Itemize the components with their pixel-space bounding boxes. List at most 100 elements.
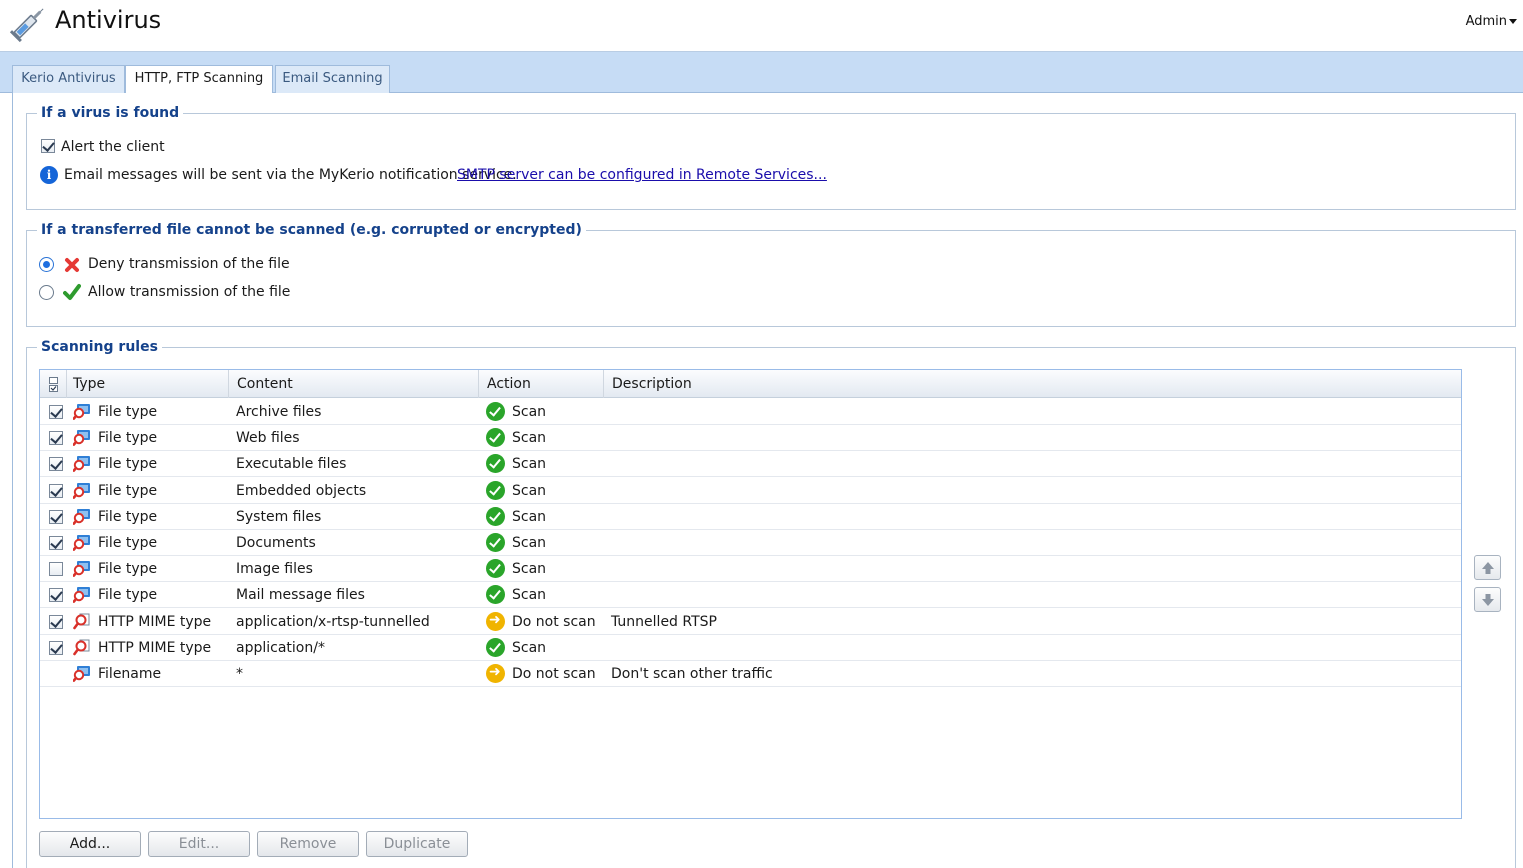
table-row[interactable]: File type Archive files Scan [40, 399, 1461, 425]
rule-content: Archive files [236, 404, 322, 420]
scan-icon [486, 402, 505, 421]
table-row[interactable]: File type Embedded objects Scan [40, 478, 1461, 504]
syringe-icon [9, 8, 44, 43]
table-row[interactable]: File type Web files Scan [40, 425, 1461, 452]
rule-action: Scan [512, 508, 547, 525]
rule-action: Do not scan [512, 613, 596, 630]
scan-icon [486, 637, 505, 657]
table-row[interactable]: File type Executable files Scan [40, 451, 1461, 478]
rule-type: File type [98, 456, 158, 473]
content-column-header[interactable]: Content [229, 370, 479, 398]
allow-transmission-label: Allow transmission of the file [88, 284, 291, 300]
rule-enabled-checkbox[interactable] [49, 536, 63, 550]
remove-button[interactable]: Remove [257, 831, 359, 857]
scan-icon [486, 585, 505, 605]
rule-enabled-checkbox[interactable] [49, 614, 63, 629]
table-row[interactable]: Filename * Do not scan Don't scan other tra… [40, 661, 1461, 687]
table-row[interactable]: File type Documents Scan [40, 530, 1461, 556]
virus-found-legend: If a virus is found [37, 105, 184, 121]
scan-icon [486, 533, 505, 552]
rule-content: Web files [236, 430, 300, 447]
user-menu[interactable]: Admin [1466, 14, 1517, 29]
add-button[interactable]: Add... [39, 831, 141, 857]
file-type-icon [73, 561, 90, 578]
rule-action: Scan [512, 639, 547, 656]
scan-icon [486, 428, 505, 448]
tab-email-scanning[interactable]: Email Scanning [275, 65, 390, 93]
user-menu-label: Admin [1465, 14, 1507, 29]
description-column-header[interactable]: Description [604, 370, 1461, 398]
table-row[interactable]: File type System files Scan [40, 504, 1461, 530]
select-all-column[interactable] [40, 370, 67, 398]
rule-content: * [236, 666, 243, 682]
rule-action: Do not scan [512, 666, 596, 682]
deny-transmission-radio[interactable] [39, 257, 54, 272]
table-row[interactable]: File type Mail message files Scan [40, 582, 1461, 609]
rule-enabled-checkbox[interactable] [49, 588, 63, 603]
move-up-button[interactable] [1474, 555, 1501, 580]
mime-type-icon [73, 639, 90, 656]
allow-transmission-radio[interactable] [39, 285, 54, 300]
rule-enabled-checkbox[interactable] [49, 405, 63, 419]
rule-action: Scan [512, 404, 547, 420]
page-title: Antivirus [55, 6, 162, 34]
rule-enabled-checkbox[interactable] [49, 457, 63, 472]
table-row[interactable]: File type Image files Scan [40, 556, 1461, 583]
grid-header: Type Content Action Description [40, 370, 1461, 398]
rule-type: File type [98, 430, 158, 447]
rule-enabled-checkbox[interactable] [49, 562, 63, 577]
scanning-rules-grid: Type Content Action Description File typ… [39, 369, 1462, 819]
rule-enabled-checkbox[interactable] [49, 431, 63, 446]
rule-enabled-checkbox[interactable] [49, 640, 63, 655]
scan-icon [486, 454, 505, 474]
tab-kerio-antivirus[interactable]: Kerio Antivirus [12, 65, 125, 93]
notification-info-text: Email messages will be sent via the MyKe… [64, 167, 517, 183]
select-all-icon [49, 377, 58, 392]
action-column-header[interactable]: Action [479, 370, 604, 398]
file-type-icon [73, 456, 90, 473]
scan-icon [486, 559, 505, 579]
rule-content: Image files [236, 561, 313, 578]
rule-action: Scan [512, 430, 547, 447]
file-type-icon [73, 404, 90, 420]
table-row[interactable]: HTTP MIME type application/x-rtsp-tunnell… [40, 609, 1461, 635]
rule-content: Mail message files [236, 587, 365, 604]
type-column-header[interactable]: Type [67, 370, 229, 398]
rule-content: Executable files [236, 456, 347, 473]
tab-bar: Kerio Antivirus HTTP, FTP Scanning Email… [0, 52, 1523, 94]
duplicate-button[interactable]: Duplicate [366, 831, 468, 857]
rule-content: Documents [236, 535, 316, 551]
rule-enabled-checkbox[interactable] [49, 483, 63, 498]
arrow-up-icon [1482, 562, 1494, 574]
deny-icon [65, 258, 79, 272]
rule-content: Embedded objects [236, 482, 367, 499]
cannot-scan-legend: If a transferred file cannot be scanned … [37, 222, 586, 238]
rule-type: File type [98, 535, 158, 551]
table-row[interactable]: HTTP MIME type application/* Scan [40, 635, 1461, 661]
alert-client-label: Alert the client [61, 139, 165, 155]
rule-action: Scan [512, 456, 547, 473]
rule-type: File type [98, 561, 158, 578]
rule-description: Tunnelled RTSP [611, 613, 717, 630]
scanning-rules-legend: Scanning rules [37, 339, 162, 355]
rule-content: System files [236, 508, 322, 525]
chevron-down-icon [1509, 19, 1517, 24]
rule-type: File type [98, 508, 158, 525]
smtp-remote-services-link[interactable]: SMTP server can be configured in Remote … [457, 167, 827, 183]
rule-type: HTTP MIME type [98, 613, 212, 630]
tab-http-ftp-scanning[interactable]: HTTP, FTP Scanning [125, 65, 273, 94]
rule-type: File type [98, 587, 158, 604]
allow-icon [63, 284, 81, 300]
rule-type: Filename [98, 666, 162, 682]
rule-enabled-checkbox[interactable] [49, 509, 63, 524]
rule-type: File type [98, 404, 158, 420]
edit-button[interactable]: Edit... [148, 831, 250, 857]
info-icon: i [40, 166, 58, 184]
alert-client-checkbox[interactable] [41, 139, 55, 153]
move-down-button[interactable] [1474, 587, 1501, 612]
arrow-down-icon [1482, 594, 1494, 606]
mime-type-icon [73, 613, 90, 629]
file-type-icon [73, 482, 90, 499]
cannot-scan-group: If a transferred file cannot be scanned … [26, 222, 1516, 327]
file-type-icon [73, 430, 90, 447]
